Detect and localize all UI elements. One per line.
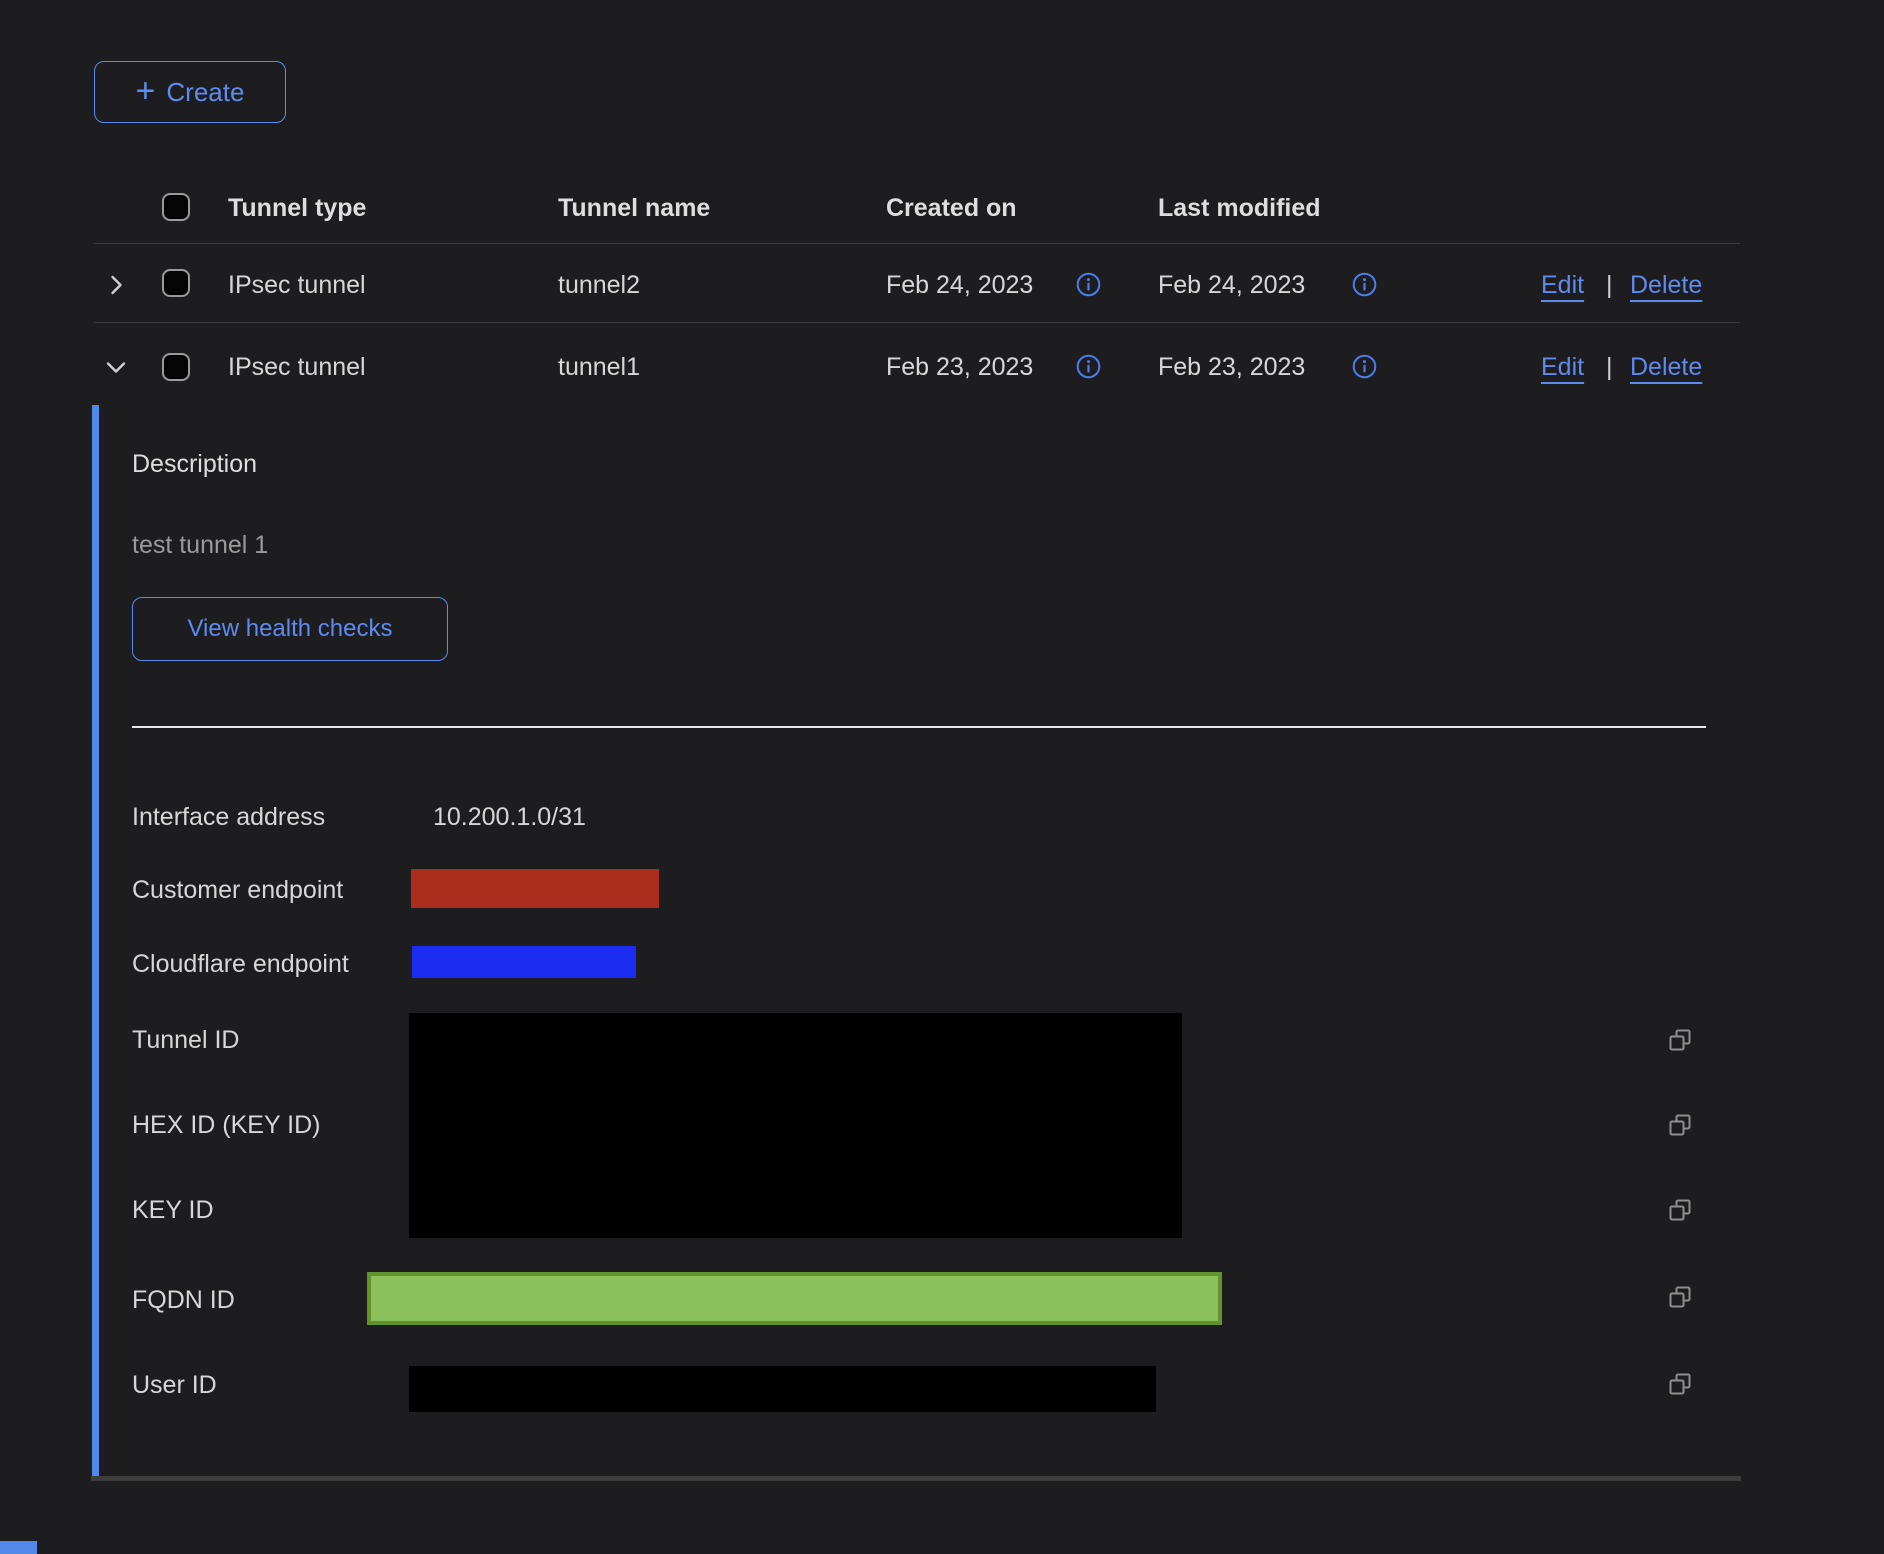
row-checkbox[interactable] bbox=[162, 353, 190, 381]
bottom-left-partial-element bbox=[0, 1541, 37, 1554]
header-divider bbox=[94, 243, 1740, 244]
copy-user-id-button[interactable] bbox=[1666, 1370, 1696, 1400]
hex-id-label: HEX ID (KEY ID) bbox=[132, 1111, 320, 1140]
last-modified-info-button[interactable] bbox=[1352, 272, 1377, 297]
row-divider bbox=[94, 322, 1740, 323]
last-modified-info-button[interactable] bbox=[1352, 354, 1377, 379]
column-header-tunnel-name: Tunnel name bbox=[558, 194, 710, 223]
created-on-info-button[interactable] bbox=[1076, 354, 1101, 379]
create-button[interactable]: + Create bbox=[94, 61, 286, 123]
tunnel-id-label: Tunnel ID bbox=[132, 1026, 239, 1055]
copy-icon bbox=[1666, 1111, 1696, 1141]
copy-tunnel-id-button[interactable] bbox=[1666, 1026, 1696, 1056]
panel-accent-bar bbox=[92, 405, 99, 1477]
create-button-label: Create bbox=[166, 77, 244, 108]
chevron-down-icon bbox=[103, 354, 129, 380]
chevron-right-icon bbox=[103, 272, 129, 298]
cloudflare-endpoint-redacted-value bbox=[412, 946, 636, 978]
cell-tunnel-name: tunnel2 bbox=[558, 271, 640, 300]
row-checkbox[interactable] bbox=[162, 269, 190, 297]
cell-created-on: Feb 23, 2023 bbox=[886, 353, 1033, 382]
created-on-info-button[interactable] bbox=[1076, 272, 1101, 297]
edit-link[interactable]: Edit bbox=[1541, 271, 1584, 300]
fqdn-id-label: FQDN ID bbox=[132, 1286, 235, 1315]
collapse-row-button[interactable] bbox=[103, 354, 129, 380]
cloudflare-endpoint-label: Cloudflare endpoint bbox=[132, 950, 349, 979]
copy-icon bbox=[1666, 1283, 1696, 1313]
info-icon bbox=[1352, 354, 1377, 379]
interface-address-label: Interface address bbox=[132, 803, 325, 832]
description-value: test tunnel 1 bbox=[132, 531, 268, 560]
copy-key-id-button[interactable] bbox=[1666, 1196, 1696, 1226]
cell-created-on: Feb 24, 2023 bbox=[886, 271, 1033, 300]
view-health-checks-button[interactable]: View health checks bbox=[132, 597, 448, 661]
info-icon bbox=[1352, 272, 1377, 297]
customer-endpoint-label: Customer endpoint bbox=[132, 876, 343, 905]
info-icon bbox=[1076, 354, 1101, 379]
delete-link[interactable]: Delete bbox=[1630, 271, 1702, 300]
cell-tunnel-type: IPsec tunnel bbox=[228, 353, 366, 382]
column-header-created-on: Created on bbox=[886, 194, 1017, 223]
fqdn-id-redacted-value bbox=[367, 1272, 1222, 1325]
panel-bottom-divider bbox=[91, 1476, 1741, 1481]
edit-link[interactable]: Edit bbox=[1541, 353, 1584, 382]
column-header-last-modified: Last modified bbox=[1158, 194, 1321, 223]
copy-icon bbox=[1666, 1196, 1696, 1226]
tunnels-page: + Create Tunnel type Tunnel name Created… bbox=[0, 0, 1884, 1554]
expand-row-button[interactable] bbox=[103, 272, 129, 298]
info-icon bbox=[1076, 272, 1101, 297]
user-id-label: User ID bbox=[132, 1371, 217, 1400]
panel-divider bbox=[132, 726, 1706, 728]
user-id-redacted-value bbox=[409, 1366, 1156, 1412]
select-all-checkbox[interactable] bbox=[162, 193, 190, 221]
cell-tunnel-name: tunnel1 bbox=[558, 353, 640, 382]
copy-fqdn-id-button[interactable] bbox=[1666, 1283, 1696, 1313]
copy-icon bbox=[1666, 1370, 1696, 1400]
cell-last-modified: Feb 23, 2023 bbox=[1158, 353, 1305, 382]
interface-address-value: 10.200.1.0/31 bbox=[433, 803, 586, 832]
copy-hex-id-button[interactable] bbox=[1666, 1111, 1696, 1141]
customer-endpoint-redacted-value bbox=[411, 869, 659, 908]
action-separator: | bbox=[1606, 353, 1613, 382]
cell-last-modified: Feb 24, 2023 bbox=[1158, 271, 1305, 300]
cell-tunnel-type: IPsec tunnel bbox=[228, 271, 366, 300]
ids-redacted-value-block bbox=[409, 1013, 1182, 1238]
key-id-label: KEY ID bbox=[132, 1196, 214, 1225]
copy-icon bbox=[1666, 1026, 1696, 1056]
action-separator: | bbox=[1606, 271, 1613, 300]
description-label: Description bbox=[132, 450, 257, 479]
delete-link[interactable]: Delete bbox=[1630, 353, 1702, 382]
column-header-tunnel-type: Tunnel type bbox=[228, 194, 366, 223]
